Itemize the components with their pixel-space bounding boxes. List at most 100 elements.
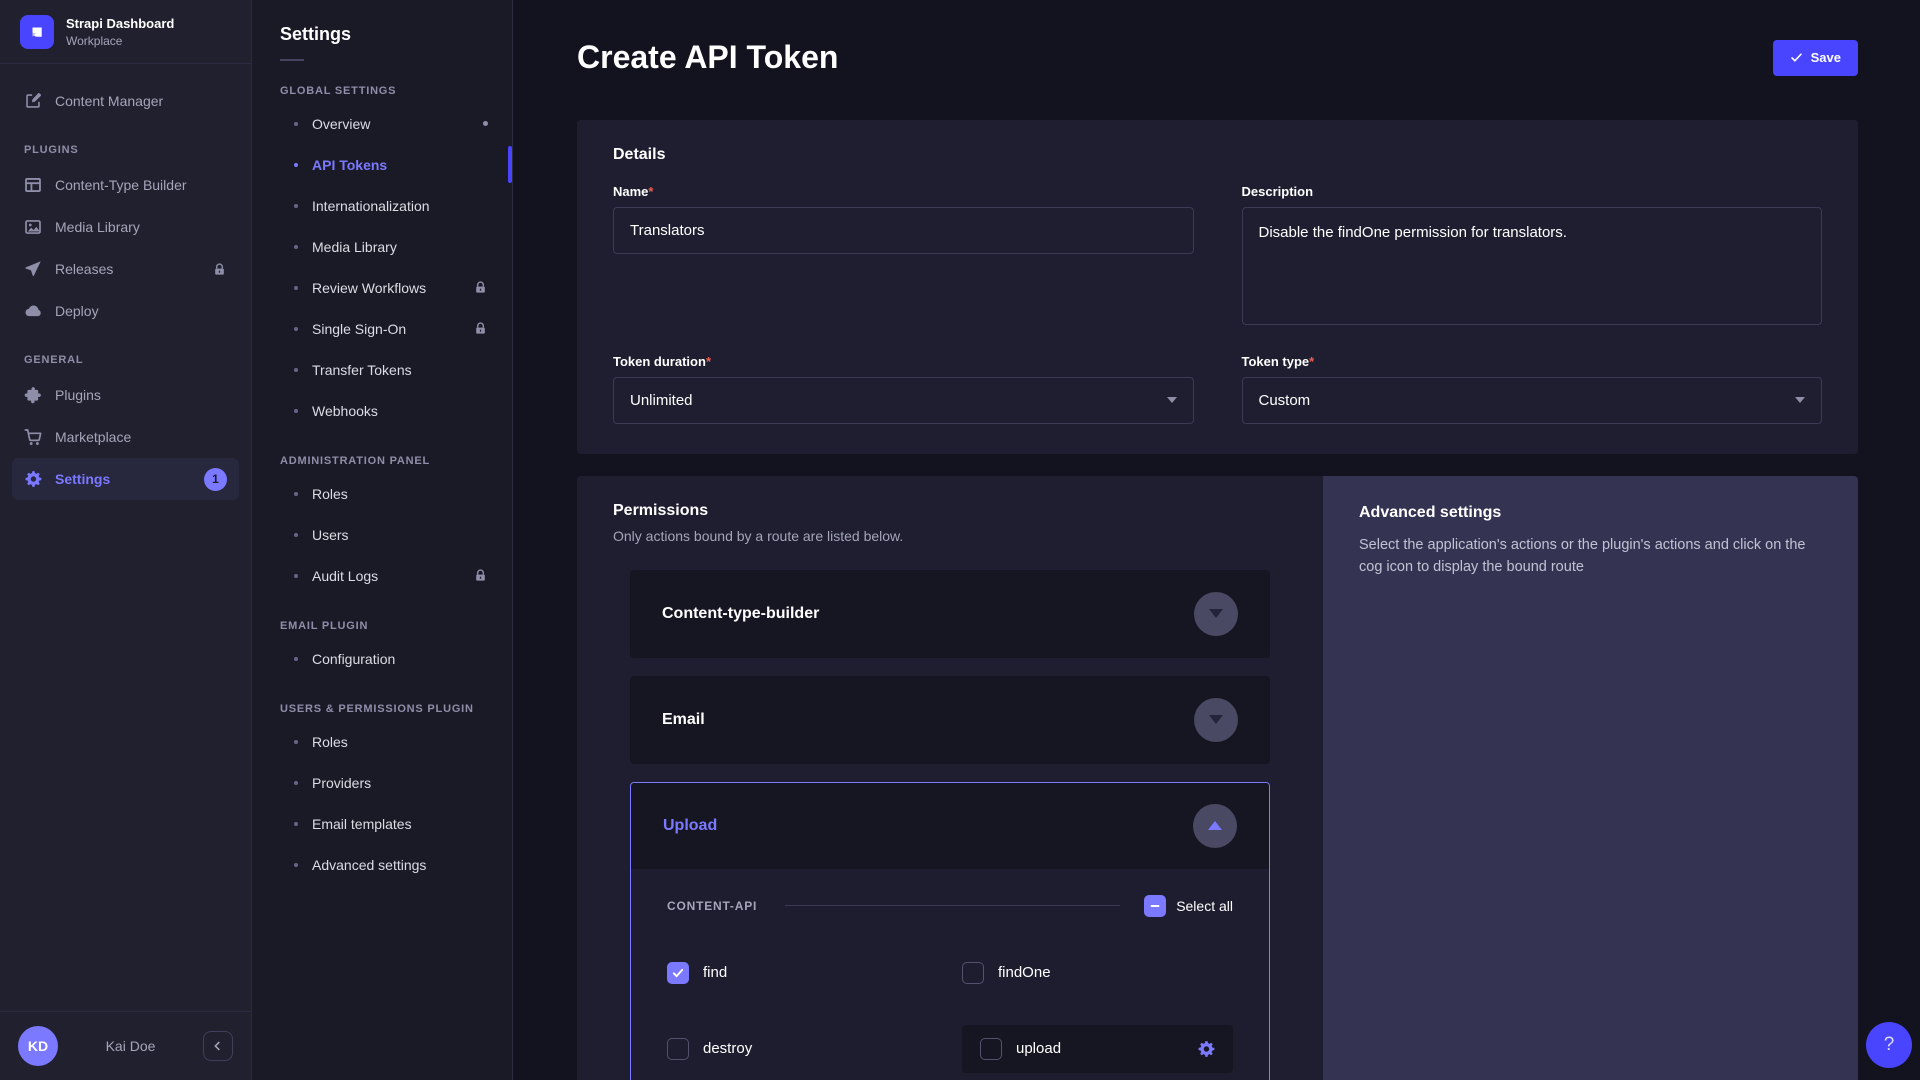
select-all-checkbox[interactable] bbox=[1144, 895, 1166, 917]
subnav-item-media-library[interactable]: Media Library bbox=[252, 226, 512, 267]
action-label: findOne bbox=[998, 964, 1051, 981]
bullet-icon bbox=[294, 740, 298, 744]
nav-label: Content Manager bbox=[55, 93, 227, 109]
brand-title: Strapi Dashboard bbox=[66, 16, 174, 32]
nav-label: Settings bbox=[55, 471, 191, 487]
name-field-group: Name* bbox=[613, 184, 1194, 254]
content-area: Details Name* Description Disable the fi… bbox=[513, 104, 1920, 1080]
bullet-icon bbox=[294, 122, 298, 126]
checkbox-find[interactable] bbox=[667, 962, 689, 984]
nav-label: Plugins bbox=[55, 387, 227, 403]
subnav-item-admin-roles[interactable]: Roles bbox=[252, 473, 512, 514]
subnav-item-internationalization[interactable]: Internationalization bbox=[252, 185, 512, 226]
subnav-item-review-workflows[interactable]: Review Workflows bbox=[252, 267, 512, 308]
lock-icon bbox=[473, 321, 488, 336]
subnav-item-label: Transfer Tokens bbox=[312, 362, 412, 378]
name-input[interactable] bbox=[613, 207, 1194, 254]
layout-grid-icon bbox=[24, 176, 42, 194]
token-duration-label: Token duration* bbox=[613, 354, 1194, 369]
nav-section-plugins: PLUGINS bbox=[24, 144, 227, 156]
subnav-item-api-tokens[interactable]: API Tokens bbox=[252, 144, 512, 185]
subnav-item-up-roles[interactable]: Roles bbox=[252, 721, 512, 762]
settings-subnav: Settings GLOBAL SETTINGS Overview API To… bbox=[252, 0, 513, 1080]
token-duration-value: Unlimited bbox=[630, 392, 693, 409]
avatar[interactable]: KD bbox=[18, 1026, 58, 1066]
required-asterisk: * bbox=[648, 184, 653, 199]
token-duration-select[interactable]: Unlimited bbox=[613, 377, 1194, 424]
token-type-select[interactable]: Custom bbox=[1242, 377, 1823, 424]
nav-label: Marketplace bbox=[55, 429, 227, 445]
action-label: upload bbox=[1016, 1040, 1061, 1057]
nav-item-media-library[interactable]: Media Library bbox=[12, 206, 239, 248]
token-duration-field-group: Token duration* Unlimited bbox=[613, 354, 1194, 424]
action-label: destroy bbox=[703, 1040, 752, 1057]
gear-icon bbox=[24, 470, 42, 488]
token-type-value: Custom bbox=[1259, 392, 1311, 409]
accordion-header-content-type-builder[interactable]: Content-type-builder bbox=[630, 570, 1270, 658]
subnav-item-email-templates[interactable]: Email templates bbox=[252, 803, 512, 844]
select-all-row: CONTENT-API Select all bbox=[667, 895, 1233, 917]
cog-icon[interactable] bbox=[1197, 1040, 1215, 1058]
user-row: KD Kai Doe bbox=[0, 1011, 251, 1080]
accordion-label: Content-type-builder bbox=[662, 605, 819, 623]
checkbox-destroy[interactable] bbox=[667, 1038, 689, 1060]
subnav-item-advanced-settings[interactable]: Advanced settings bbox=[252, 844, 512, 885]
nav-item-releases[interactable]: Releases bbox=[12, 248, 239, 290]
nav-item-settings[interactable]: Settings 1 bbox=[12, 458, 239, 500]
bullet-icon bbox=[294, 204, 298, 208]
subnav-item-label: Advanced settings bbox=[312, 857, 426, 873]
expand-accordion-button[interactable] bbox=[1194, 592, 1238, 636]
subnav-item-label: API Tokens bbox=[312, 157, 387, 173]
collapse-sidebar-button[interactable] bbox=[203, 1031, 233, 1061]
accordion-header-upload[interactable]: Upload bbox=[631, 783, 1269, 869]
description-textarea[interactable]: Disable the findOne permission for trans… bbox=[1242, 207, 1823, 325]
nav-item-deploy[interactable]: Deploy bbox=[12, 290, 239, 332]
checkbox-upload[interactable] bbox=[980, 1038, 1002, 1060]
subnav-item-audit-logs[interactable]: Audit Logs bbox=[252, 555, 512, 596]
action-item-find: find bbox=[667, 949, 938, 997]
save-button[interactable]: Save bbox=[1773, 40, 1858, 76]
accordion-header-email[interactable]: Email bbox=[630, 676, 1270, 764]
bullet-icon bbox=[294, 245, 298, 249]
bullet-icon bbox=[294, 368, 298, 372]
user-name: Kai Doe bbox=[58, 1038, 203, 1054]
bullet-icon bbox=[294, 409, 298, 413]
collapse-accordion-button[interactable] bbox=[1193, 804, 1237, 848]
subnav-item-single-sign-on[interactable]: Single Sign-On bbox=[252, 308, 512, 349]
question-mark-icon: ? bbox=[1884, 1034, 1895, 1056]
help-button[interactable]: ? bbox=[1866, 1022, 1912, 1068]
nav-item-content-type-builder[interactable]: Content-Type Builder bbox=[12, 164, 239, 206]
bullet-icon bbox=[294, 327, 298, 331]
active-indicator bbox=[508, 146, 512, 183]
subnav-item-transfer-tokens[interactable]: Transfer Tokens bbox=[252, 349, 512, 390]
subnav-item-label: Audit Logs bbox=[312, 568, 378, 584]
subnav-item-providers[interactable]: Providers bbox=[252, 762, 512, 803]
advanced-settings-heading: Advanced settings bbox=[1359, 504, 1822, 522]
divider bbox=[785, 905, 1120, 906]
lock-icon bbox=[473, 568, 488, 583]
minus-icon bbox=[1148, 899, 1162, 913]
required-asterisk: * bbox=[1309, 354, 1314, 369]
expand-accordion-button[interactable] bbox=[1194, 698, 1238, 742]
subnav-item-webhooks[interactable]: Webhooks bbox=[252, 390, 512, 431]
nav-item-marketplace[interactable]: Marketplace bbox=[12, 416, 239, 458]
subnav-item-overview[interactable]: Overview bbox=[252, 103, 512, 144]
subnav-item-label: Email templates bbox=[312, 816, 412, 832]
puzzle-icon bbox=[24, 386, 42, 404]
subnav-item-label: Single Sign-On bbox=[312, 321, 406, 337]
nav-item-content-manager[interactable]: Content Manager bbox=[12, 80, 239, 122]
brand[interactable]: Strapi Dashboard Workplace bbox=[0, 0, 251, 64]
name-label: Name* bbox=[613, 184, 1194, 199]
main-nav: Content Manager PLUGINS Content-Type Bui… bbox=[0, 64, 251, 500]
subnav-item-label: Internationalization bbox=[312, 198, 430, 214]
subnav-title: Settings bbox=[252, 24, 512, 45]
required-asterisk: * bbox=[706, 354, 711, 369]
accordion-label: Upload bbox=[663, 817, 717, 835]
subnav-item-users[interactable]: Users bbox=[252, 514, 512, 555]
nav-item-plugins[interactable]: Plugins bbox=[12, 374, 239, 416]
bullet-icon bbox=[294, 533, 298, 537]
select-all-label: Select all bbox=[1176, 898, 1233, 914]
subnav-item-configuration[interactable]: Configuration bbox=[252, 638, 512, 679]
checkbox-findone[interactable] bbox=[962, 962, 984, 984]
bullet-icon bbox=[294, 781, 298, 785]
